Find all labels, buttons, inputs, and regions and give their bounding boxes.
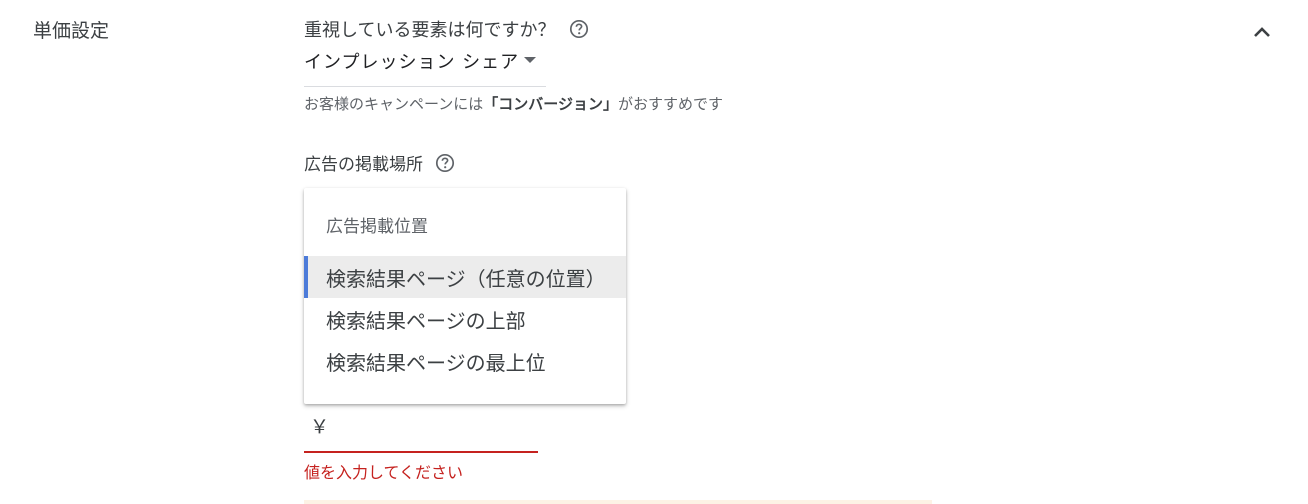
help-circle-icon[interactable] xyxy=(569,19,589,39)
arrow-drop-down-icon xyxy=(524,57,536,63)
input-underline-error xyxy=(304,451,538,453)
hint-suffix: がおすすめです xyxy=(617,95,723,113)
max-cpc-input[interactable] xyxy=(330,410,539,446)
focus-question-label: 重視している要素は何ですか？ xyxy=(304,20,556,41)
placement-option-top[interactable]: 検索結果ページの上部 xyxy=(304,298,626,340)
placement-question-label: 広告の掲載場所 xyxy=(304,155,423,175)
help-circle-icon[interactable] xyxy=(435,153,455,173)
placement-option-any[interactable]: 検索結果ページ（任意の位置） xyxy=(304,256,626,298)
placement-question: 広告の掲載場所 xyxy=(304,150,455,175)
dropdown-header: 広告掲載位置 xyxy=(326,217,428,237)
recommendation-hint: お客様のキャンペーンには「コンバージョン」がおすすめです xyxy=(304,93,723,114)
error-message: 値を入力してください xyxy=(304,463,464,482)
option-label: 検索結果ページ（任意の位置） xyxy=(326,267,606,291)
option-label: 検索結果ページの上部 xyxy=(326,309,526,333)
focus-select-value: インプレッション シェア xyxy=(304,52,520,73)
collapse-button[interactable] xyxy=(1248,18,1276,46)
hint-emphasis: 「コンバージョン」 xyxy=(483,95,618,113)
hint-prefix: お客様のキャンペーンには xyxy=(304,95,484,113)
option-label: 検索結果ページの最上位 xyxy=(326,351,546,375)
focus-select[interactable]: インプレッション シェア xyxy=(304,46,546,87)
currency-symbol: ￥ xyxy=(310,416,330,438)
placement-dropdown-menu: 広告掲載位置 検索結果ページ（任意の位置） 検索結果ページの上部 検索結果ページ… xyxy=(304,188,626,404)
chevron-up-icon xyxy=(1254,27,1270,37)
section-title: 単価設定 xyxy=(33,20,110,42)
focus-question: 重視している要素は何ですか？ xyxy=(304,16,589,42)
placement-option-absolute-top[interactable]: 検索結果ページの最上位 xyxy=(304,340,626,382)
notice-banner-edge xyxy=(304,500,932,504)
